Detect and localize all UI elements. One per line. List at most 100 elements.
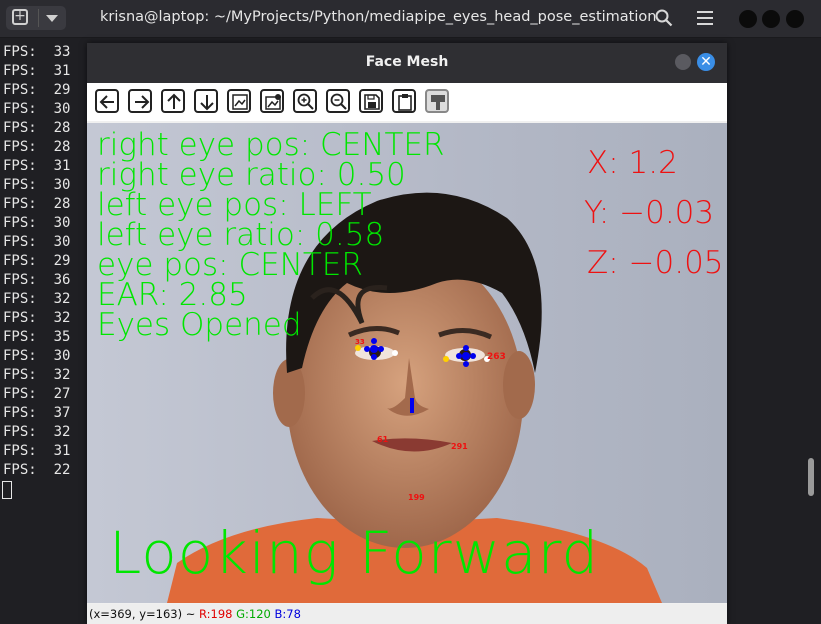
landmark-label: 263 — [487, 352, 506, 362]
landmark-label: 61 — [377, 435, 389, 444]
new-tab-button[interactable]: + — [6, 6, 66, 30]
fps-label: FPS: — [3, 348, 54, 364]
terminal-titlebar: + krisna@laptop: ~/MyProjects/Python/med… — [0, 0, 821, 38]
terminal-line: FPS: 28 — [3, 119, 70, 138]
pixel-coords: (x=369, y=163) ~ — [89, 607, 196, 621]
fps-label: FPS: — [3, 44, 54, 60]
terminal-line: FPS: 30 — [3, 176, 70, 195]
status-bar: (x=369, y=163) ~ R:198 G:120 B:78 — [87, 604, 727, 624]
save-button[interactable] — [359, 89, 383, 113]
fps-value: 32 — [53, 310, 71, 326]
terminal-scrollbar[interactable] — [808, 458, 814, 496]
fps-label: FPS: — [3, 272, 54, 288]
image-toolbar — [87, 83, 727, 121]
fps-label: FPS: — [3, 101, 54, 117]
hamburger-menu-icon[interactable] — [697, 11, 713, 25]
terminal-line: FPS: 22 — [3, 461, 70, 480]
fps-value: 35 — [53, 329, 71, 345]
pan-left-icon — [99, 95, 114, 109]
fps-value: 30 — [53, 348, 71, 364]
zoom-out-button[interactable] — [326, 89, 350, 113]
fps-label: FPS: — [3, 234, 54, 250]
terminal-line: FPS: 28 — [3, 195, 70, 214]
terminal-line: FPS: 30 — [3, 347, 70, 366]
x-angle-label: X: 1.2 — [587, 145, 678, 181]
fps-label: FPS: — [3, 158, 54, 174]
terminal-title: krisna@laptop: ~/MyProjects/Python/media… — [100, 9, 657, 25]
divider — [38, 9, 39, 27]
pan-right-button[interactable] — [128, 89, 152, 113]
terminal-line: FPS: 35 — [3, 328, 70, 347]
fps-value: 31 — [53, 158, 71, 174]
fps-label: FPS: — [3, 196, 54, 212]
camera-frame[interactable]: right eye pos: CENTER right eye ratio: 0… — [87, 123, 727, 603]
window-title: Face Mesh — [365, 54, 449, 70]
search-icon[interactable] — [655, 9, 673, 27]
fps-label: FPS: — [3, 310, 54, 326]
terminal-line: FPS: 37 — [3, 404, 70, 423]
maximize-button[interactable] — [762, 10, 780, 28]
face-mesh-window: Face Mesh ✕ right eye pos: CENTER right … — [87, 43, 727, 624]
window-titlebar[interactable]: Face Mesh ✕ — [87, 43, 727, 83]
zoom-fit-icon — [232, 94, 248, 110]
save-icon — [364, 94, 380, 110]
terminal-line: FPS: 33 — [3, 43, 70, 62]
fps-label: FPS: — [3, 215, 54, 231]
pan-down-button[interactable] — [194, 89, 218, 113]
fps-value: 31 — [53, 443, 71, 459]
fps-value: 22 — [53, 462, 71, 478]
fps-value: 30 — [53, 215, 71, 231]
fps-label: FPS: — [3, 386, 54, 402]
pan-up-button[interactable] — [161, 89, 185, 113]
terminal-line: FPS: 31 — [3, 442, 70, 461]
y-angle-label: Y: −0.03 — [584, 195, 715, 231]
zoom-in-icon — [297, 93, 314, 110]
close-button[interactable]: ✕ — [697, 53, 715, 71]
copy-clipboard-button[interactable] — [392, 89, 416, 113]
fps-value: 36 — [53, 272, 71, 288]
minimize-button[interactable] — [675, 54, 691, 70]
fps-label: FPS: — [3, 177, 54, 193]
terminal-line: FPS: 32 — [3, 366, 70, 385]
properties-button[interactable] — [425, 89, 449, 113]
direction-label: Looking Forward — [109, 519, 600, 587]
overlay-line: Eyes Opened — [97, 307, 302, 343]
terminal-line: FPS: 36 — [3, 271, 70, 290]
zoom-fit-button[interactable] — [227, 89, 251, 113]
landmark-label: 199 — [408, 493, 425, 502]
fps-label: FPS: — [3, 82, 54, 98]
fps-value: 33 — [53, 44, 71, 60]
terminal-line: FPS: 30 — [3, 233, 70, 252]
terminal-line: FPS: 29 — [3, 252, 70, 271]
fps-label: FPS: — [3, 139, 54, 155]
new-tab-icon[interactable]: + — [12, 9, 28, 25]
zoom-in-button[interactable] — [293, 89, 317, 113]
terminal-output: FPS: 33 FPS: 31 FPS: 29 FPS: 30 FPS: 28 FPS: … — [3, 43, 70, 480]
pan-right-icon — [135, 95, 150, 109]
properties-icon — [431, 95, 445, 110]
fps-label: FPS: — [3, 329, 54, 345]
fps-value: 28 — [53, 120, 71, 136]
terminal-line: FPS: 31 — [3, 62, 70, 81]
fps-label: FPS: — [3, 120, 54, 136]
fps-value: 32 — [53, 291, 71, 307]
fps-label: FPS: — [3, 405, 54, 421]
terminal-line: FPS: 27 — [3, 385, 70, 404]
fps-label: FPS: — [3, 63, 54, 79]
fps-value: 32 — [53, 367, 71, 383]
pan-left-button[interactable] — [95, 89, 119, 113]
fps-value: 30 — [53, 101, 71, 117]
close-button[interactable] — [786, 10, 804, 28]
minimize-button[interactable] — [739, 10, 757, 28]
chevron-down-icon[interactable] — [46, 15, 58, 22]
fps-label: FPS: — [3, 367, 54, 383]
fps-label: FPS: — [3, 424, 54, 440]
terminal-line: FPS: 29 — [3, 81, 70, 100]
fps-value: 31 — [53, 63, 71, 79]
fps-value: 29 — [53, 82, 71, 98]
green-value: G:120 — [236, 607, 271, 621]
fps-value: 28 — [53, 196, 71, 212]
zoom-original-icon — [265, 94, 281, 110]
fps-label: FPS: — [3, 291, 54, 307]
zoom-original-button[interactable] — [260, 89, 284, 113]
